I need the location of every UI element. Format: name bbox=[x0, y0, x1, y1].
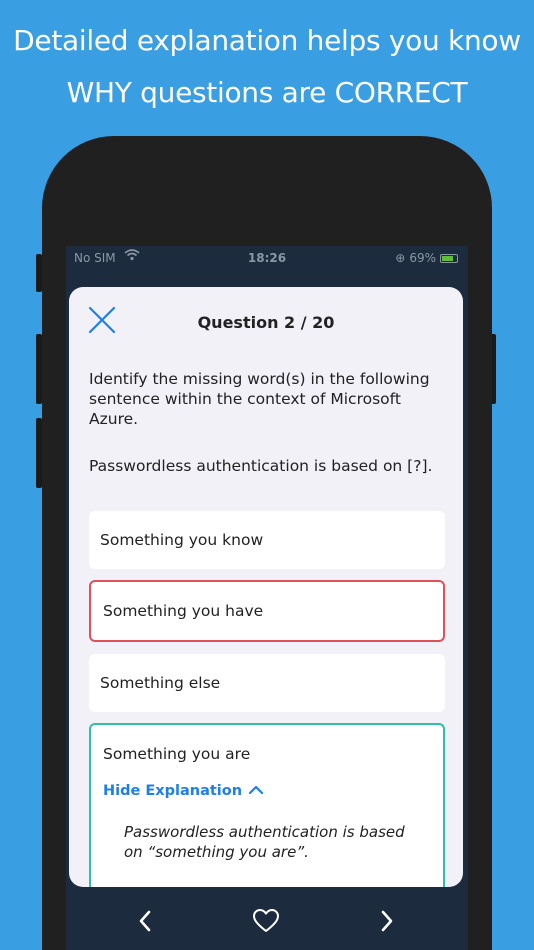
answer-option-label: Something you are bbox=[103, 745, 251, 763]
promo-headline-line2: WHY questions are CORRECT bbox=[66, 76, 468, 109]
chevron-right-icon[interactable] bbox=[371, 906, 401, 936]
status-bar: No SIM 18:26 ⊕ 69% bbox=[66, 246, 468, 270]
orientation-lock-icon: ⊕ bbox=[395, 251, 406, 265]
chevron-up-icon bbox=[248, 783, 264, 799]
chevron-left-icon[interactable] bbox=[131, 906, 161, 936]
answer-option-label: Something else bbox=[100, 674, 221, 692]
answer-option-3[interactable]: Something else bbox=[89, 654, 445, 712]
battery-percent: 69% bbox=[409, 251, 436, 265]
promo-headline-line1: Detailed explanation helps you know bbox=[13, 24, 521, 57]
bottom-nav-bar bbox=[69, 890, 463, 950]
battery-icon bbox=[440, 253, 458, 263]
hide-explanation-label: Hide Explanation bbox=[103, 783, 243, 799]
answer-option-2-wrong[interactable]: Something you have bbox=[89, 580, 445, 642]
question-card: Question 2 / 20 Identify the missing wor… bbox=[69, 287, 463, 887]
answer-option-label: Something you have bbox=[103, 602, 264, 620]
answer-option-1[interactable]: Something you know bbox=[89, 511, 445, 569]
answer-option-4-correct[interactable]: Something you are Hide Explanation Passw… bbox=[89, 723, 445, 887]
battery-indicator: ⊕ 69% bbox=[395, 251, 458, 265]
question-statement: Passwordless authentication is based on … bbox=[89, 457, 433, 475]
question-counter: Question 2 / 20 bbox=[197, 313, 335, 332]
question-text: Identify the missing word(s) in the foll… bbox=[89, 370, 430, 428]
answer-option-label: Something you know bbox=[100, 531, 264, 549]
hide-explanation-button[interactable]: Hide Explanation bbox=[103, 783, 264, 799]
heart-icon[interactable] bbox=[251, 906, 281, 936]
explanation-text: Passwordless authentication is based on … bbox=[124, 823, 405, 861]
